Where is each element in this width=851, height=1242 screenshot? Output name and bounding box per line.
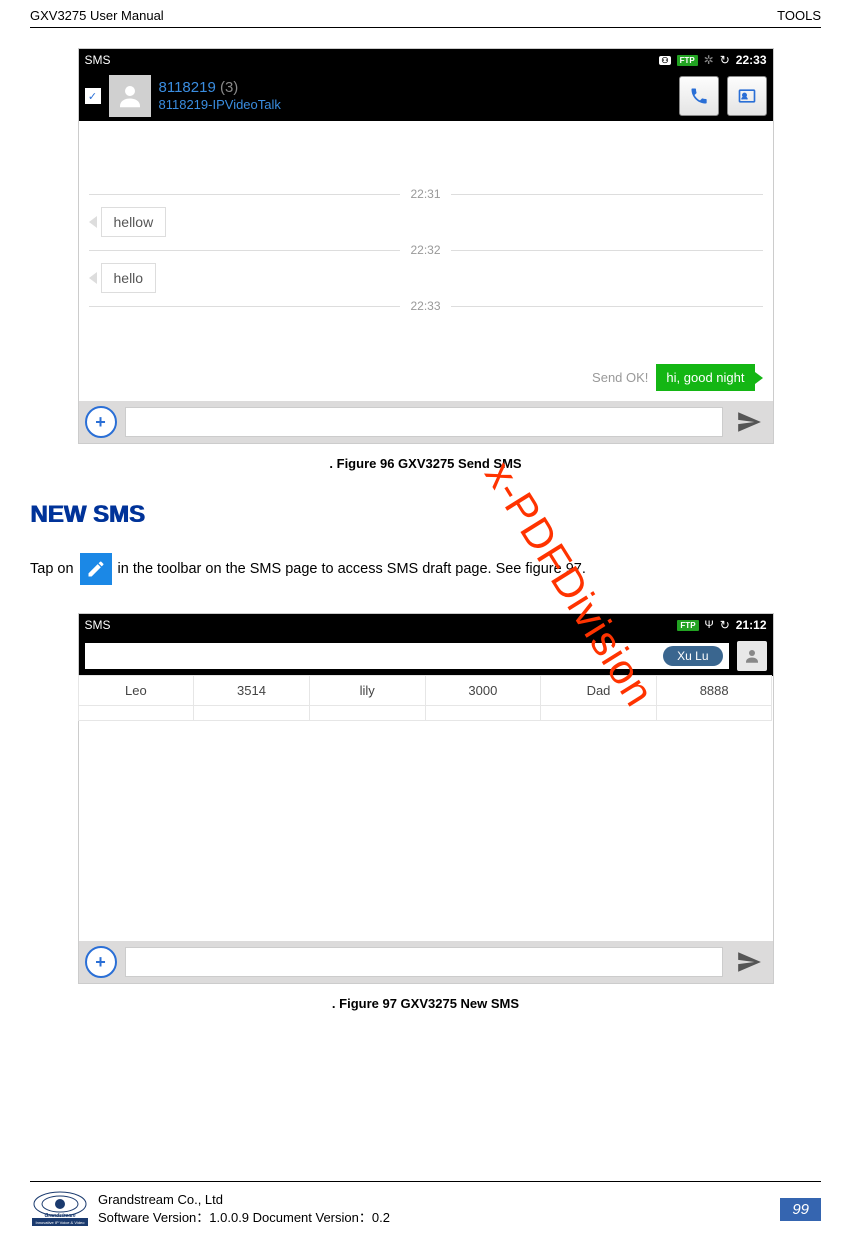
figure-97-screenshot: SMS FTP Ψ ↻ 21:12 Xu Lu Leo3514 lily3000… xyxy=(78,613,774,984)
app-title: SMS xyxy=(85,53,660,67)
message-in-2: hello xyxy=(89,263,763,293)
status-bar: SMS ⚇ FTP ✲ ↻ 22:33 xyxy=(79,49,773,71)
contact-bar: ✓ 8118219 (3) 8118219-IPVideoTalk xyxy=(79,71,773,121)
bluetooth-icon: ✲ xyxy=(704,53,714,67)
pick-contact-button[interactable] xyxy=(737,641,767,671)
header-left: GXV3275 User Manual xyxy=(30,8,164,23)
ftp-icon: FTP xyxy=(677,620,698,631)
suggestion-cell-empty xyxy=(78,705,310,721)
compose-input[interactable] xyxy=(125,947,723,977)
usb-icon: Ψ xyxy=(705,619,714,631)
sync-icon: ↻ xyxy=(720,53,730,67)
timestamp-1: 22:31 xyxy=(410,187,440,201)
contact-avatar xyxy=(109,75,151,117)
chat-area: 22:31 hellow 22:32 hello 22:33 Send OK! … xyxy=(79,121,773,401)
send-button[interactable] xyxy=(731,949,767,975)
message-out: hi, good night xyxy=(656,364,762,391)
figure-96-caption: . Figure 96 GXV3275 Send SMS xyxy=(30,456,821,471)
instruction-paragraph: Tap on in the toolbar on the SMS page to… xyxy=(30,553,821,585)
suggestion-cell[interactable]: Leo3514 xyxy=(78,675,310,706)
contact-card-button[interactable] xyxy=(727,76,767,116)
voicemail-icon: ⚇ xyxy=(659,56,670,65)
send-status: Send OK! xyxy=(592,370,648,385)
add-attachment-button[interactable]: + xyxy=(85,946,117,978)
suggestion-grid: Leo3514 lily3000 Dad8888 xyxy=(79,676,773,721)
suggestion-name: lily xyxy=(310,676,426,705)
contact-info: 8118219 (3) 8118219-IPVideoTalk xyxy=(159,78,671,114)
timestamp-3: 22:33 xyxy=(410,299,440,313)
message-text: hello xyxy=(101,263,157,293)
message-text: hi, good night xyxy=(656,364,754,391)
contact-number: 8118219 xyxy=(159,79,216,96)
suggestion-number: 8888 xyxy=(657,676,772,705)
recipient-input[interactable]: Xu Lu xyxy=(85,643,729,669)
add-attachment-button[interactable]: + xyxy=(85,406,117,438)
select-checkbox[interactable]: ✓ xyxy=(85,88,101,104)
recipient-bar: Xu Lu xyxy=(79,636,773,676)
app-title-2: SMS xyxy=(85,618,678,632)
footer-version: Software Version：1.0.0.9 Document Versio… xyxy=(98,1209,390,1227)
ftp-icon: FTP xyxy=(677,55,698,66)
timestamp-2: 22:32 xyxy=(410,243,440,257)
call-button[interactable] xyxy=(679,76,719,116)
para-text-after: in the toolbar on the SMS page to access… xyxy=(118,557,586,582)
figure-97-caption: . Figure 97 GXV3275 New SMS xyxy=(30,996,821,1011)
send-button[interactable] xyxy=(731,409,767,435)
svg-text:Innovative IP Voice & Video: Innovative IP Voice & Video xyxy=(36,1220,86,1225)
suggestion-cell[interactable]: lily3000 xyxy=(309,675,541,706)
status-time-2: 21:12 xyxy=(736,618,767,632)
suggestion-number: 3000 xyxy=(426,676,541,705)
suggestion-cell[interactable]: Dad8888 xyxy=(540,675,772,706)
section-heading: NEW SMS xyxy=(30,501,821,529)
suggestion-name: Dad xyxy=(541,676,657,705)
status-bar-2: SMS FTP Ψ ↻ 21:12 xyxy=(79,614,773,636)
recipient-chip[interactable]: Xu Lu xyxy=(663,646,722,666)
suggestion-number: 3514 xyxy=(194,676,309,705)
para-text-before: Tap on xyxy=(30,557,74,582)
contact-sub: 8118219-IPVideoTalk xyxy=(159,97,671,114)
header-right: TOOLS xyxy=(777,8,821,23)
compose-bar: + xyxy=(79,401,773,443)
figure-96-screenshot: SMS ⚇ FTP ✲ ↻ 22:33 ✓ 8118219 (3) 811821… xyxy=(78,48,774,444)
suggestion-cell-empty xyxy=(309,705,541,721)
message-in-1: hellow xyxy=(89,207,763,237)
page-number: 99 xyxy=(780,1198,821,1221)
footer-company: Grandstream Co., Ltd xyxy=(98,1191,390,1209)
grandstream-logo: Innovative IP Voice & Video Grandstream xyxy=(30,1190,90,1228)
compose-input[interactable] xyxy=(125,407,723,437)
bottom-rule xyxy=(30,1181,821,1182)
message-body-area xyxy=(79,721,773,941)
compose-bar-2: + xyxy=(79,941,773,983)
suggestion-cell-empty xyxy=(540,705,772,721)
page-footer: Innovative IP Voice & Video Grandstream … xyxy=(30,1190,821,1228)
sync-icon: ↻ xyxy=(720,618,730,632)
message-text: hellow xyxy=(101,207,167,237)
suggestion-name: Leo xyxy=(79,676,195,705)
svg-text:Grandstream: Grandstream xyxy=(44,1213,76,1219)
status-time: 22:33 xyxy=(736,53,767,67)
contact-count: (3) xyxy=(220,79,238,96)
compose-icon xyxy=(80,553,112,585)
